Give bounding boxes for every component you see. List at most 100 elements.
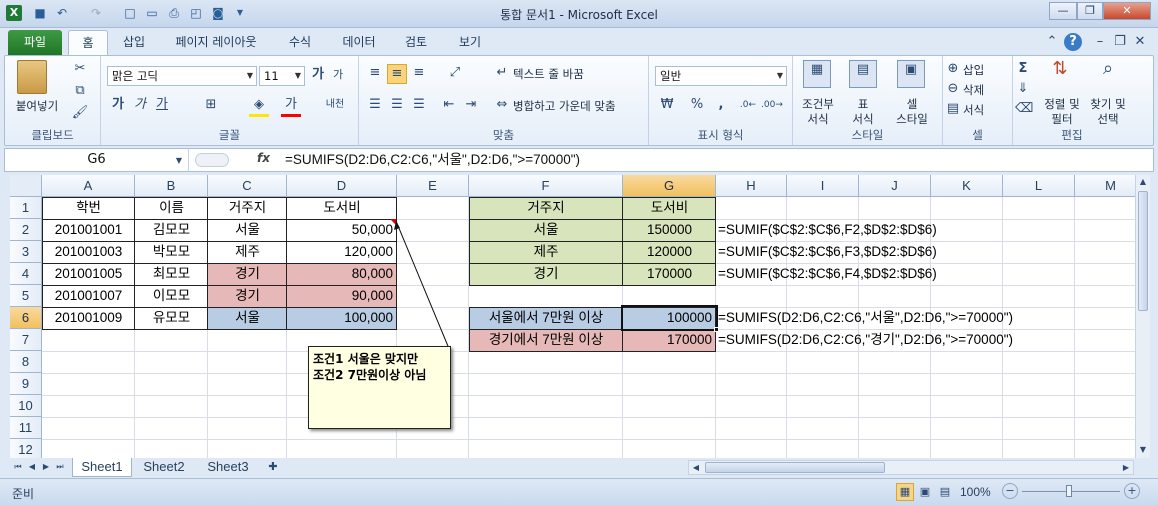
minimize-button[interactable]: — [1049,2,1077,20]
autosum-icon[interactable]: Σ [1015,60,1031,78]
formula-bar-resize-handle[interactable] [195,153,229,167]
tab-data[interactable]: 데이터 [332,30,386,55]
conditional-format-label2[interactable]: 서식 [795,111,841,127]
align-middle-icon[interactable]: ≡ [387,64,407,84]
fill-color-icon[interactable]: ◈ [249,96,269,117]
merge-center-button[interactable]: 병합하고 가운데 맞춤 [513,98,616,114]
align-bottom-icon[interactable]: ≡ [409,64,429,82]
zoom-level[interactable]: 100% [960,485,991,499]
normal-view-icon[interactable]: ▦ [896,483,914,501]
sheet-tab-sheet3[interactable]: Sheet3 [198,458,258,477]
percent-button[interactable]: % [689,96,705,114]
name-box[interactable]: G6 [5,149,189,171]
decrease-decimal-icon[interactable]: .00→ [761,96,783,114]
grow-font-button[interactable]: 가 [309,66,327,84]
sort-filter-label1[interactable]: 정렬 및 [1039,96,1085,112]
orientation-icon[interactable]: ⤢ [443,64,467,82]
sheet-tab-sheet2[interactable]: Sheet2 [134,458,194,477]
paste-button[interactable]: 붙여넣기 [7,98,67,114]
font-name-combo[interactable]: 맑은 고딕 ▼ [107,66,257,86]
currency-icon[interactable]: ₩ [657,96,677,114]
tab-home[interactable]: 홈 [68,30,108,55]
scroll-right-icon[interactable]: ▶ [1119,461,1133,474]
number-format-combo[interactable]: 일반 ▼ [655,66,787,86]
cell-styles-label2[interactable]: 스타일 [885,111,939,127]
last-sheet-icon[interactable]: ⏭ [54,458,66,476]
font-color-button[interactable]: 가 [281,96,301,117]
workbook-close-icon[interactable]: ✕ [1132,33,1148,51]
zoom-out-icon[interactable]: − [1002,483,1018,499]
conditional-format-label1[interactable]: 조건부 [795,96,841,112]
tab-review[interactable]: 검토 [394,30,438,55]
font-size-combo[interactable]: 11 ▼ [259,66,305,86]
format-painter-icon[interactable]: 🖌 [71,104,89,122]
increase-decimal-icon[interactable]: .0← [737,96,759,114]
tab-page-layout[interactable]: 페이지 레이아웃 [164,30,268,55]
cut-icon[interactable]: ✂ [71,60,89,78]
sort-filter-icon[interactable]: ⇅ [1047,60,1073,78]
find-binoculars-icon[interactable]: ⌕ [1095,60,1121,78]
format-table-label1[interactable]: 표 [843,96,883,112]
workbook-restore-icon[interactable]: ❐ [1112,33,1128,51]
italic-button[interactable]: 가 [131,96,149,114]
tab-file[interactable]: 파일 [8,30,62,55]
horizontal-scrollbar[interactable]: ◀ ▶ [688,460,1134,475]
align-right-icon[interactable]: ☰ [409,96,429,114]
vertical-scrollbar[interactable]: ▲ ▼ [1135,175,1150,458]
tab-insert[interactable]: 삽입 [114,30,154,55]
format-table-label2[interactable]: 서식 [843,111,883,127]
phonetic-button[interactable]: 내천 [321,96,349,114]
first-sheet-icon[interactable]: ⏮ [12,458,24,476]
conditional-format-icon[interactable]: ▦ [803,60,831,88]
find-select-label1[interactable]: 찾기 및 [1085,96,1131,112]
prev-sheet-icon[interactable]: ◀ [26,458,38,476]
delete-cells-button[interactable]: 삭제 [963,82,984,98]
align-center-icon[interactable]: ☰ [387,96,407,114]
close-button[interactable]: ✕ [1103,2,1151,20]
next-sheet-icon[interactable]: ▶ [40,458,52,476]
clear-icon[interactable]: ⌫ [1015,100,1033,118]
sheet-tab-sheet1[interactable]: Sheet1 [72,458,132,477]
tab-formulas[interactable]: 수식 [278,30,322,55]
find-select-label2[interactable]: 선택 [1085,111,1131,127]
sort-filter-label2[interactable]: 필터 [1039,111,1085,127]
cell-styles-icon[interactable]: ▣ [897,60,925,88]
shrink-font-button[interactable]: 가 [329,66,347,84]
restore-button[interactable]: ❐ [1077,2,1103,20]
underline-button[interactable]: 가 [153,96,171,114]
border-icon[interactable]: ⊞ [201,96,221,114]
zoom-in-icon[interactable]: + [1124,483,1140,499]
worksheet-grid[interactable]: A B C D E F G H I J K L M 1 2 3 4 5 6 7 … [10,175,1135,458]
page-layout-view-icon[interactable]: ▣ [916,483,934,501]
align-top-icon[interactable]: ≡ [365,64,385,82]
page-break-view-icon[interactable]: ▤ [936,483,954,501]
bold-button[interactable]: 가 [109,96,127,114]
h-scroll-thumb[interactable] [705,462,885,473]
copy-icon[interactable]: ⧉ [71,82,89,100]
format-table-icon[interactable]: ▤ [849,60,877,88]
increase-indent-icon[interactable]: ⇥ [461,96,481,114]
insert-sheet-icon[interactable]: ✚ [264,458,282,476]
zoom-slider-thumb[interactable] [1066,485,1072,497]
scroll-up-icon[interactable]: ▲ [1136,175,1150,189]
format-cells-button[interactable]: 서식 [963,102,984,118]
help-icon[interactable]: ? [1064,33,1082,51]
comment-box[interactable]: 조건1 서울은 맞지만 조건2 7만원이상 아님 [308,346,451,429]
wrap-text-button[interactable]: 텍스트 줄 바꿈 [513,66,584,82]
scroll-thumb[interactable] [1138,191,1148,311]
fill-icon[interactable]: ⇓ [1015,80,1031,98]
workbook-minimize-icon[interactable]: – [1092,33,1108,51]
comma-button[interactable]: , [713,96,729,114]
ribbon-collapse-icon[interactable]: ⌃ [1044,33,1060,51]
chevron-down-icon[interactable]: ▼ [173,152,185,170]
scroll-left-icon[interactable]: ◀ [689,461,703,474]
insert-function-button[interactable]: fx [257,151,270,165]
cell-styles-label1[interactable]: 셀 [885,96,939,112]
formula-input[interactable]: =SUMIFS(D2:D6,C2:C6,"서울",D2:D6,">=70000"… [285,149,580,171]
align-left-icon[interactable]: ☰ [365,96,385,114]
scroll-down-icon[interactable]: ▼ [1136,443,1150,457]
paste-icon[interactable] [17,60,47,94]
insert-cells-button[interactable]: 삽입 [963,62,984,78]
tab-view[interactable]: 보기 [448,30,492,55]
decrease-indent-icon[interactable]: ⇤ [439,96,459,114]
